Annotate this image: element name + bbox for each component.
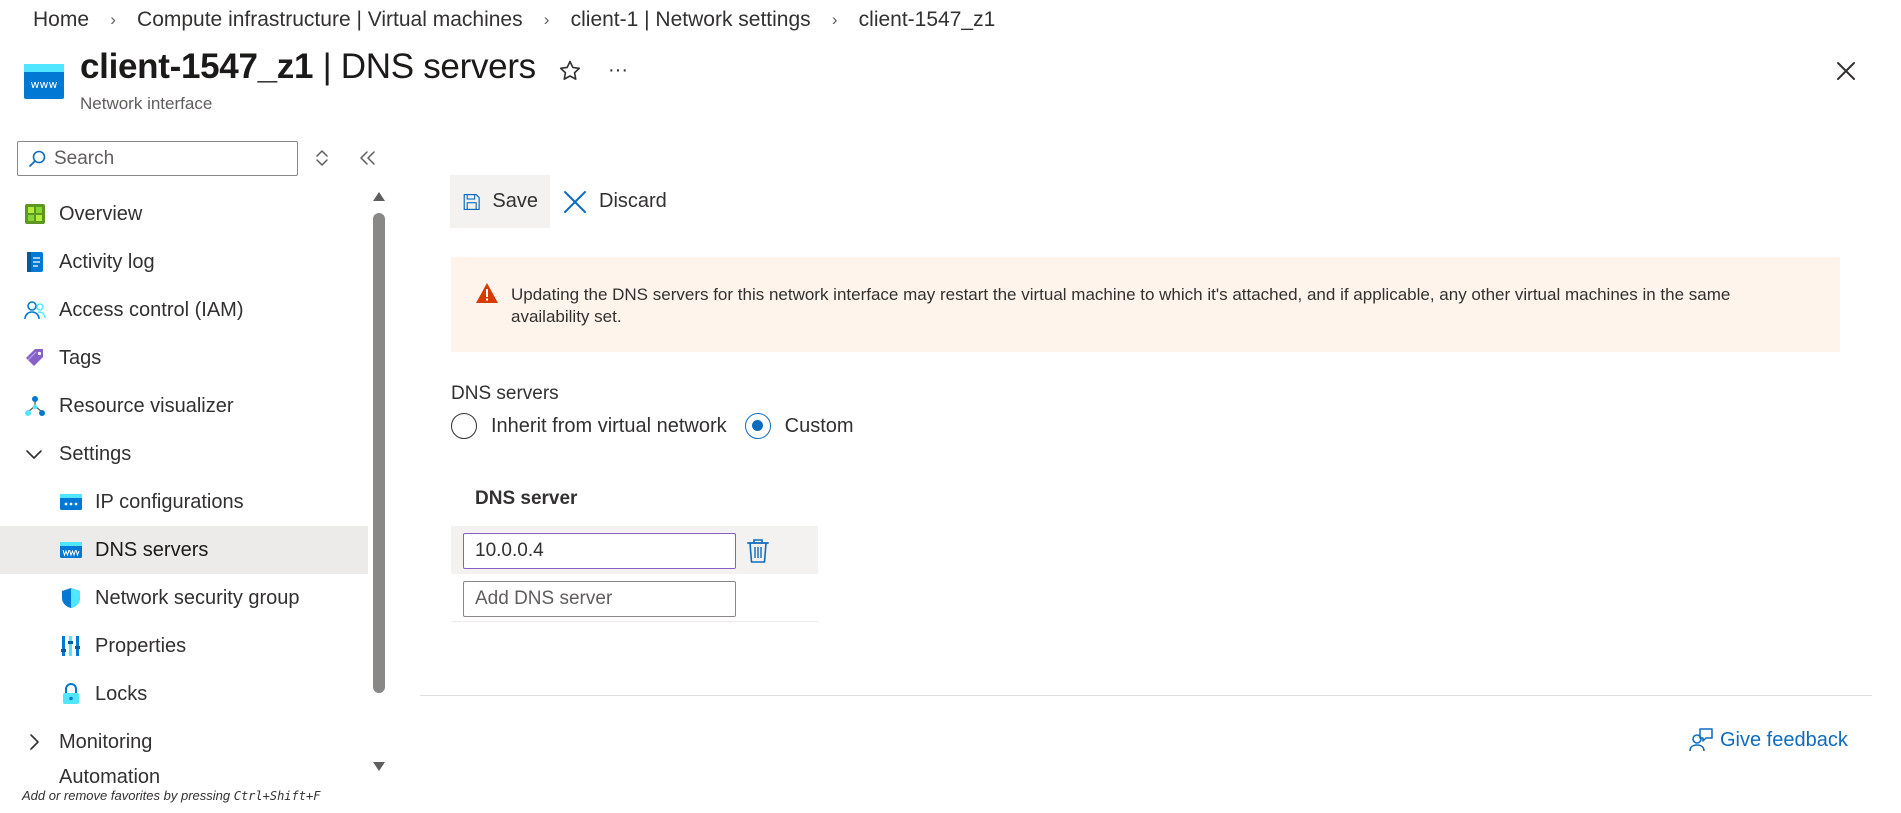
sidebar-item-label: IP configurations: [95, 490, 244, 513]
users-icon: [24, 301, 46, 320]
chevron-right-icon: ›: [110, 10, 116, 29]
command-bar: Save Discard: [450, 175, 679, 228]
radio-label: Inherit from virtual network: [491, 414, 727, 437]
radio-circle[interactable]: [451, 413, 477, 439]
dns-servers-label: DNS servers: [451, 383, 559, 404]
sidebar-item-ip-configurations[interactable]: IP configurations: [0, 478, 368, 526]
discard-button[interactable]: Discard: [550, 175, 679, 228]
chevron-right-icon: ›: [543, 10, 550, 29]
sidebar-item-activity-log[interactable]: Activity log: [0, 238, 368, 286]
sidebar-item-label: Network security group: [95, 586, 300, 609]
close-icon[interactable]: [1831, 56, 1861, 86]
sidebar-group-settings[interactable]: Settings: [0, 430, 368, 478]
sidebar-item-label: Access control (IAM): [59, 298, 244, 321]
sidebar-item-label: Automation: [59, 766, 161, 784]
favorites-hint-text: Add or remove favorites by pressing: [22, 788, 234, 803]
collapse-sidebar-icon[interactable]: [357, 148, 377, 168]
radio-circle[interactable]: [744, 413, 771, 439]
sidebar-item-overview[interactable]: Overview: [0, 190, 368, 238]
add-dns-server-input[interactable]: [463, 581, 736, 617]
page-title: client-1547_z1 | DNS servers: [80, 47, 536, 87]
feedback-icon: [1689, 728, 1713, 752]
breadcrumb-virtual-machines[interactable]: Compute infrastructure | Virtual machine…: [137, 8, 523, 32]
scrollbar-thumb[interactable]: [373, 213, 385, 693]
resource-visualizer-icon: [25, 396, 45, 416]
sidebar-item-label: Monitoring: [59, 730, 153, 753]
svg-text:www: www: [31, 78, 58, 91]
footer-divider: [420, 695, 1872, 696]
sidebar-item-label: Tags: [59, 346, 102, 369]
favorites-hint: Add or remove favorites by pressing Ctrl…: [22, 788, 320, 803]
sort-icon[interactable]: [314, 148, 330, 168]
discard-icon: [564, 190, 586, 213]
table-row: [451, 574, 818, 622]
sidebar-item-label: Overview: [59, 202, 143, 225]
save-button[interactable]: Save: [450, 175, 550, 228]
star-icon[interactable]: [557, 58, 583, 84]
network-interface-icon: www: [24, 64, 64, 99]
sidebar-item-dns-servers[interactable]: DNS servers: [0, 526, 368, 574]
breadcrumb-network-interface[interactable]: client-1547_z1: [859, 8, 996, 32]
sidebar-nav: Overview Activity log Access control (IA…: [0, 190, 368, 784]
sidebar-item-label: Activity log: [59, 250, 155, 273]
breadcrumb: Home › Compute infrastructure | Virtual …: [33, 7, 995, 33]
sidebar-item-properties[interactable]: Properties: [0, 622, 368, 670]
feedback-label: Give feedback: [1720, 728, 1848, 751]
dns-server-column-header: DNS server: [475, 488, 578, 509]
breadcrumb-home[interactable]: Home: [33, 8, 89, 32]
properties-icon: [61, 636, 80, 656]
chevron-right-icon: [30, 734, 39, 750]
search-icon: [29, 150, 46, 167]
sidebar-item-label: DNS servers: [95, 538, 209, 561]
sidebar-item-network-security-group[interactable]: Network security group: [0, 574, 368, 622]
tag-icon: [26, 349, 43, 366]
scroll-down-arrow-icon[interactable]: [373, 762, 385, 771]
sidebar-item-label: Properties: [95, 634, 187, 657]
radio-inherit-from-virtual-network[interactable]: Inherit from virtual network: [451, 413, 727, 439]
warning-icon: [476, 283, 498, 303]
sidebar-item-access-control[interactable]: Access control (IAM): [0, 286, 368, 334]
resource-name: client-1547_z1: [80, 47, 314, 86]
sidebar-group-monitoring[interactable]: Monitoring: [0, 718, 368, 766]
keyboard-shortcut: Ctrl+Shift+F: [233, 789, 321, 803]
save-icon: [463, 193, 480, 210]
blade-name: | DNS servers: [313, 47, 537, 86]
sidebar-item-label: Locks: [95, 682, 148, 705]
trash-icon[interactable]: [745, 537, 771, 565]
shield-icon: [62, 588, 80, 608]
discard-label: Discard: [599, 190, 667, 212]
chevron-down-icon: [26, 450, 42, 459]
table-row: [451, 526, 818, 574]
dns-server-input[interactable]: [463, 533, 736, 569]
sidebar-search[interactable]: [17, 141, 298, 176]
overview-icon: [25, 204, 45, 224]
give-feedback-link[interactable]: Give feedback: [1688, 727, 1848, 753]
sidebar-item-locks[interactable]: Locks: [0, 670, 368, 718]
sidebar-item-resource-visualizer[interactable]: Resource visualizer: [0, 382, 368, 430]
activity-log-icon: [27, 252, 43, 272]
ip-configurations-icon: [60, 494, 82, 510]
more-options-icon[interactable]: ···: [605, 57, 631, 83]
breadcrumb-network-settings[interactable]: client-1 | Network settings: [571, 8, 811, 32]
sidebar-item-tags[interactable]: Tags: [0, 334, 368, 382]
dns-servers-radio-group: Inherit from virtual network Custom: [451, 413, 872, 439]
sidebar-item-label: Settings: [59, 442, 132, 465]
sidebar-item-label: Resource visualizer: [59, 394, 234, 417]
scroll-up-arrow-icon[interactable]: [373, 192, 385, 201]
radio-custom[interactable]: Custom: [744, 413, 854, 439]
warning-banner: Updating the DNS servers for this networ…: [451, 257, 1840, 352]
resource-type: Network interface: [80, 94, 213, 113]
radio-label: Custom: [784, 414, 854, 437]
dns-servers-icon: [60, 542, 82, 558]
chevron-right-icon: ›: [831, 10, 838, 29]
lock-icon: [63, 683, 79, 704]
sidebar-group-automation[interactable]: Automation: [0, 766, 368, 784]
save-label: Save: [492, 190, 538, 212]
warning-text: Updating the DNS servers for this networ…: [511, 285, 1731, 326]
search-input[interactable]: [54, 147, 274, 170]
